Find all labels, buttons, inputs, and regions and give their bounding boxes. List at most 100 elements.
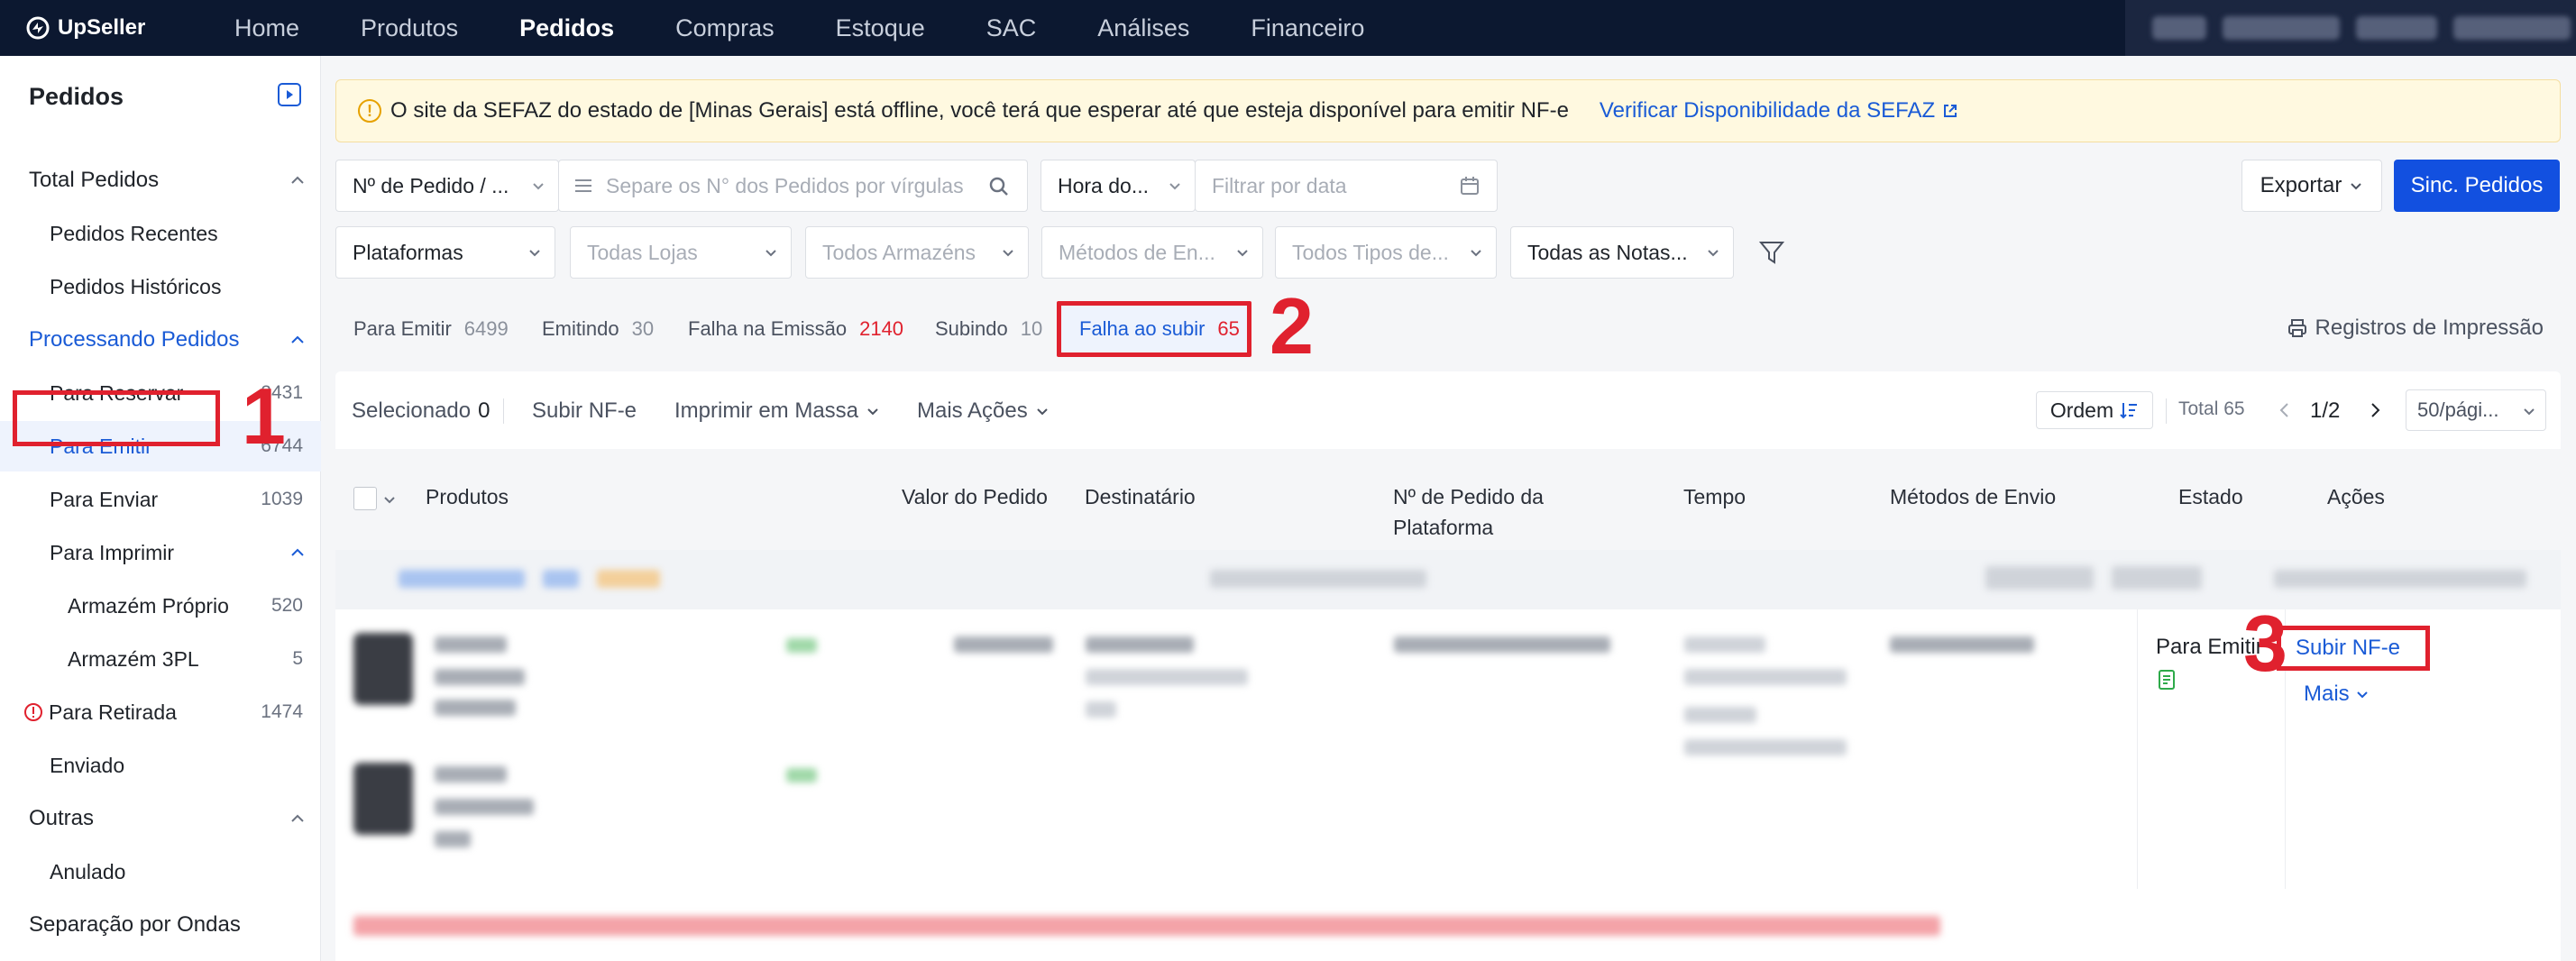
nav-estoque[interactable]: Estoque xyxy=(836,14,925,42)
tab-falha-emissao[interactable]: Falha na Emissão 2140 xyxy=(688,303,903,355)
filter-icon[interactable] xyxy=(1758,239,1785,266)
blurred-action xyxy=(2112,566,2202,590)
ordem-label: Ordem xyxy=(2049,398,2114,422)
chevron-up-icon xyxy=(291,176,304,184)
time-type-select[interactable]: Hora do... xyxy=(1040,160,1196,212)
tab-count: 65 xyxy=(1217,317,1240,340)
subir-nfe-button[interactable]: Subir NF-e xyxy=(2277,626,2430,671)
sidebar-item-para-imprimir[interactable]: Para Imprimir xyxy=(0,527,321,578)
sidebar-item-armazem-3pl[interactable]: Armazém 3PL 5 xyxy=(0,634,321,684)
col-estado: Estado xyxy=(2178,485,2243,508)
sidebar-item-anulado[interactable]: Anulado xyxy=(0,847,321,897)
blurred-time xyxy=(1684,636,1765,653)
plataformas-select[interactable]: Plataformas xyxy=(335,226,555,279)
col-valor: Valor do Pedido xyxy=(902,485,1048,508)
order-search-input[interactable]: Separe os N° dos Pedidos por vírgulas xyxy=(558,160,1028,212)
tab-para-emitir[interactable]: Para Emitir 6499 xyxy=(353,303,509,355)
orders-panel: Selecionado 0 Subir NF-e Imprimir em Mas… xyxy=(335,371,2561,961)
verify-sefaz-link-label: Verificar Disponibilidade da SEFAZ xyxy=(1599,98,1936,123)
tab-count: 2140 xyxy=(859,317,904,340)
chevron-down-icon xyxy=(1237,250,1248,257)
blurred-text xyxy=(435,799,534,815)
chevron-right-icon[interactable] xyxy=(2366,401,2384,419)
sidebar-item-label: Anulado xyxy=(50,859,126,883)
tab-falha-ao-subir[interactable]: Falha ao subir 65 xyxy=(1057,301,1251,357)
calendar-icon xyxy=(1461,177,1479,195)
sidebar-item-enviado[interactable]: Enviado xyxy=(0,740,321,791)
order-type-select[interactable]: Nº de Pedido / ... xyxy=(335,160,559,212)
registros-impressao-link[interactable]: Registros de Impressão xyxy=(2287,316,2544,341)
nav-produtos[interactable]: Produtos xyxy=(361,14,458,42)
chevron-down-icon xyxy=(529,250,540,257)
sidebar-item-para-enviar[interactable]: Para Enviar 1039 xyxy=(0,474,321,525)
blurred-time xyxy=(1684,669,1847,685)
sidebar-item-historicos[interactable]: Pedidos Históricos xyxy=(0,261,321,312)
metodos-envio-value: Métodos de En... xyxy=(1059,240,1215,264)
tipos-select[interactable]: Todos Tipos de... xyxy=(1275,226,1497,279)
acoes-cell: Subir NF-e Mais xyxy=(2277,609,2561,889)
total-count: Total 65 xyxy=(2178,398,2245,419)
sidebar-item-label: Pedidos Históricos xyxy=(50,274,222,298)
tab-emitindo[interactable]: Emitindo 30 xyxy=(542,303,654,355)
notas-value: Todas as Notas... xyxy=(1527,240,1688,264)
sidebar-item-count: 1474 xyxy=(261,701,303,722)
chevron-down-icon xyxy=(1037,408,1048,416)
sefaz-warning-banner: ! O site da SEFAZ do estado de [Minas Ge… xyxy=(335,79,2561,142)
date-filter-placeholder: Filtrar por data xyxy=(1212,173,1347,197)
sidebar-item-armazem-proprio[interactable]: Armazém Próprio 520 xyxy=(0,581,321,631)
chevron-down-icon xyxy=(1169,183,1180,190)
toolbar-divider xyxy=(503,398,504,424)
chevron-down-icon xyxy=(1708,250,1719,257)
nav-compras[interactable]: Compras xyxy=(675,14,775,42)
chevron-down-icon[interactable] xyxy=(382,492,397,507)
sidebar-item-para-retirada[interactable]: Para Retirada 1474 xyxy=(0,687,321,737)
nav-financeiro[interactable]: Financeiro xyxy=(1251,14,1364,42)
nav-sac[interactable]: SAC xyxy=(986,14,1037,42)
blurred-account xyxy=(2223,16,2340,40)
chevron-down-icon xyxy=(2356,691,2368,699)
tab-label: Falha ao subir xyxy=(1079,317,1205,340)
plataformas-value: Plataformas xyxy=(353,240,463,264)
sidebar-group-total[interactable]: Total Pedidos xyxy=(0,155,321,206)
nav-analises[interactable]: Análises xyxy=(1097,14,1189,42)
tab-subindo[interactable]: Subindo 10 xyxy=(935,303,1042,355)
armazens-select[interactable]: Todos Armazéns xyxy=(805,226,1029,279)
select-all-checkbox[interactable] xyxy=(353,487,377,510)
document-icon[interactable] xyxy=(2158,669,2176,691)
sidebar-item-count: 520 xyxy=(270,595,303,616)
mais-acoes-button[interactable]: Mais Ações xyxy=(917,398,1050,424)
chevron-up-icon xyxy=(291,335,304,343)
printer-icon xyxy=(2287,319,2306,337)
toolbar-divider xyxy=(2166,398,2167,424)
verify-sefaz-link[interactable]: Verificar Disponibilidade da SEFAZ xyxy=(1600,98,1958,124)
sidebar-group-outras[interactable]: Outras xyxy=(0,793,321,844)
annotation-box-1 xyxy=(13,390,220,446)
sidebar-item-recentes[interactable]: Pedidos Recentes xyxy=(0,208,321,259)
user-area-blurred[interactable] xyxy=(2125,0,2576,56)
mais-button[interactable]: Mais xyxy=(2304,682,2370,707)
chevron-left-icon[interactable] xyxy=(2276,401,2294,419)
sidebar-group-processando[interactable]: Processando Pedidos xyxy=(0,315,321,365)
exportar-button[interactable]: Exportar xyxy=(2241,160,2382,212)
nav-pedidos[interactable]: Pedidos xyxy=(519,14,614,42)
date-filter-input[interactable]: Filtrar por data xyxy=(1195,160,1498,212)
sinc-pedidos-button[interactable]: Sinc. Pedidos xyxy=(2394,160,2560,212)
per-page-select[interactable]: 50/pági... xyxy=(2406,389,2546,431)
bulk-subir-nfe-button[interactable]: Subir NF-e xyxy=(532,398,637,424)
blurred-recipient xyxy=(1086,636,1194,653)
upseller-logo[interactable]: UpSeller xyxy=(25,15,188,41)
nav-home[interactable]: Home xyxy=(234,14,299,42)
selected-label: Selecionado xyxy=(352,398,472,423)
ordem-sort-button[interactable]: Ordem xyxy=(2036,391,2153,429)
lojas-select[interactable]: Todas Lojas xyxy=(570,226,792,279)
notas-select[interactable]: Todas as Notas... xyxy=(1510,226,1734,279)
search-icon[interactable] xyxy=(987,175,1011,198)
sidebar-collapse-icon[interactable] xyxy=(278,83,301,106)
sidebar-item-separacao[interactable]: Separação por Ondas xyxy=(0,900,321,950)
imprimir-massa-button[interactable]: Imprimir em Massa xyxy=(674,398,880,424)
metodos-envio-select[interactable]: Métodos de En... xyxy=(1041,226,1263,279)
external-link-icon xyxy=(1944,105,1957,117)
blurred-recipient xyxy=(1086,701,1116,718)
chevron-down-icon xyxy=(765,250,776,257)
bulk-toolbar: Selecionado 0 Subir NF-e Imprimir em Mas… xyxy=(335,371,2561,449)
